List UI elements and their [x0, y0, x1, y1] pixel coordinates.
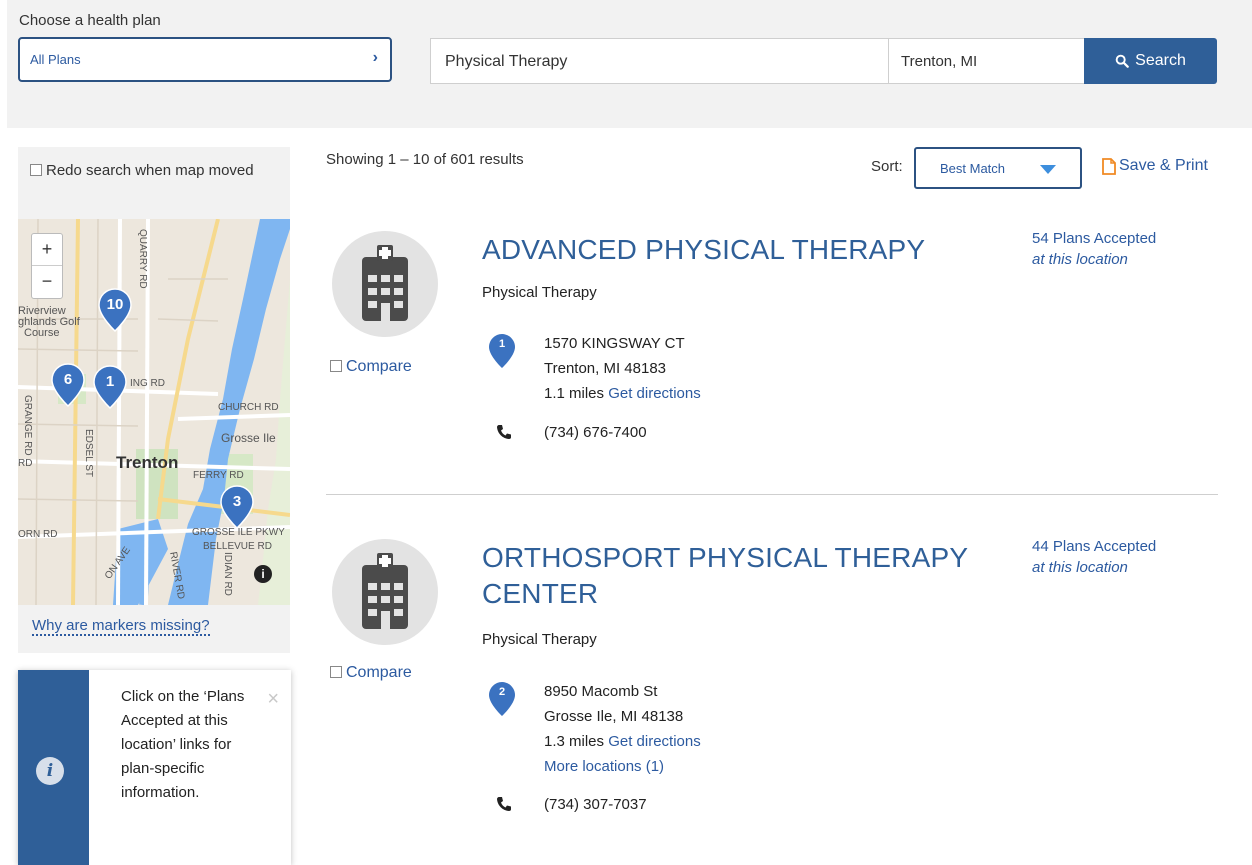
provider-address: 1570 KINGSWAY CT Trenton, MI 48183 1.1 m…: [544, 331, 701, 406]
map-zoom-control: + −: [31, 233, 63, 299]
redo-search-label: Redo search when map moved: [46, 162, 254, 179]
map-pin-number: 1: [105, 373, 115, 390]
map-pin-icon: 2: [488, 681, 516, 717]
compare-label: Compare: [346, 358, 412, 375]
address-line-2: Trenton, MI 48183: [544, 360, 667, 377]
checkbox-icon[interactable]: [330, 360, 342, 372]
caret-down-icon: [1040, 165, 1056, 174]
search-icon: [1115, 54, 1129, 68]
plans-accepted-link[interactable]: 44 Plans Accepted at this location: [1032, 536, 1156, 578]
compare-checkbox[interactable]: Compare: [330, 664, 412, 682]
search-bar: Choose a health plan All Plans › Physica…: [7, 0, 1252, 128]
hospital-building-icon: [332, 231, 438, 337]
map-pin-number: 3: [232, 493, 242, 510]
get-directions-link[interactable]: Get directions: [608, 385, 701, 402]
chevron-right-icon: ›: [372, 49, 378, 66]
map-label: BELLEVUE RD: [203, 541, 272, 552]
map-label: Trenton: [116, 453, 179, 472]
map-label: FERRY RD: [193, 470, 244, 481]
map-label: QUARRY RD: [137, 229, 148, 289]
specialty-input[interactable]: Physical Therapy: [430, 38, 889, 84]
map-label: IDIAN RD: [222, 552, 233, 596]
map-pin-icon[interactable]: 6: [51, 363, 85, 407]
phone-icon: [497, 797, 511, 811]
location-number: 1: [498, 338, 506, 350]
plan-label: Choose a health plan: [19, 12, 161, 29]
plans-accepted-link[interactable]: 54 Plans Accepted at this location: [1032, 228, 1156, 270]
plan-select[interactable]: All Plans ›: [18, 37, 392, 82]
info-tip-sidebar: i: [18, 670, 89, 865]
sort-select-value: Best Match: [940, 161, 1006, 176]
address-line-1: 1570 KINGSWAY CT: [544, 335, 685, 352]
map-label: RD: [18, 458, 33, 469]
map-panel: Redo search when map moved + − QUARRY RD…: [18, 147, 290, 653]
map-pin-number: 6: [63, 371, 73, 388]
map-pin-icon[interactable]: 10: [98, 288, 132, 332]
map-label: Course: [24, 327, 60, 339]
save-print-button[interactable]: Save & Print: [1102, 157, 1208, 175]
map-label: CHURCH RD: [218, 402, 279, 413]
phone-number[interactable]: (734) 307-7037: [544, 796, 647, 813]
compare-label: Compare: [346, 664, 412, 681]
location-input[interactable]: Trenton, MI: [888, 38, 1085, 84]
save-print-label: Save & Print: [1119, 157, 1208, 174]
provider-specialty: Physical Therapy: [482, 284, 597, 301]
address-line-2: Grosse Ile, MI 48138: [544, 708, 684, 725]
sort-label: Sort:: [871, 158, 903, 175]
address-line-1: 8950 Macomb St: [544, 683, 658, 700]
phone-icon: [497, 425, 511, 439]
provider-name-link[interactable]: ADVANCED PHYSICAL THERAPY: [482, 232, 1002, 268]
redo-search-checkbox[interactable]: Redo search when map moved: [30, 159, 280, 183]
results-count: Showing 1 – 10 of 601 results: [326, 151, 524, 168]
distance: 1.3 miles: [544, 733, 605, 750]
distance: 1.1 miles: [544, 385, 605, 402]
phone-number[interactable]: (734) 676-7400: [544, 424, 647, 441]
checkbox-icon[interactable]: [330, 666, 342, 678]
map-pin-icon[interactable]: 1: [93, 365, 127, 409]
map-label: Grosse Ile: [221, 431, 276, 445]
provider-address: 8950 Macomb St Grosse Ile, MI 48138 1.3 …: [544, 679, 701, 779]
map-pin-number: 10: [106, 296, 124, 313]
info-tip: i Click on the ‘Plans Accepted at this l…: [18, 670, 291, 865]
plans-accepted-count: 54 Plans Accepted: [1032, 230, 1157, 247]
map-info-icon[interactable]: i: [254, 565, 272, 583]
results-map[interactable]: + − QUARRY RD Riverview ghlands Golf Cou…: [18, 219, 290, 605]
map-label: GRANGE RD: [22, 395, 33, 456]
provider-specialty: Physical Therapy: [482, 631, 597, 648]
document-icon: [1102, 157, 1116, 175]
sort-select[interactable]: Best Match: [914, 147, 1082, 189]
distance-row: 1.3 miles Get directions: [544, 729, 701, 754]
get-directions-link[interactable]: Get directions: [608, 733, 701, 750]
plans-accepted-sub: at this location: [1032, 251, 1128, 268]
map-label: EDSEL ST: [83, 429, 94, 477]
map-label: ING RD: [130, 378, 165, 389]
distance-row: 1.1 miles Get directions: [544, 381, 701, 406]
more-locations-link[interactable]: More locations (1): [544, 754, 701, 779]
search-button-label: Search: [1135, 52, 1186, 69]
plans-accepted-count: 44 Plans Accepted: [1032, 538, 1157, 555]
provider-name-link[interactable]: ORTHOSPORT PHYSICAL THERAPY CENTER: [482, 540, 1002, 612]
zoom-out-button[interactable]: −: [32, 266, 62, 298]
why-markers-missing-link[interactable]: Why are markers missing?: [32, 617, 210, 636]
map-pin-icon: 1: [488, 333, 516, 369]
map-pin-icon[interactable]: 3: [220, 485, 254, 529]
result-divider: [326, 494, 1218, 495]
checkbox-icon[interactable]: [30, 164, 42, 176]
close-icon[interactable]: ×: [267, 688, 279, 711]
zoom-in-button[interactable]: +: [32, 234, 62, 266]
plan-select-value: All Plans: [30, 52, 81, 67]
search-button[interactable]: Search: [1084, 38, 1217, 84]
location-number: 2: [498, 686, 506, 698]
compare-checkbox[interactable]: Compare: [330, 358, 412, 376]
plans-accepted-sub: at this location: [1032, 559, 1128, 576]
hospital-building-icon: [332, 539, 438, 645]
info-tip-text: Click on the ‘Plans Accepted at this loc…: [121, 688, 245, 801]
map-label: ORN RD: [18, 529, 58, 540]
info-icon: i: [36, 757, 64, 785]
